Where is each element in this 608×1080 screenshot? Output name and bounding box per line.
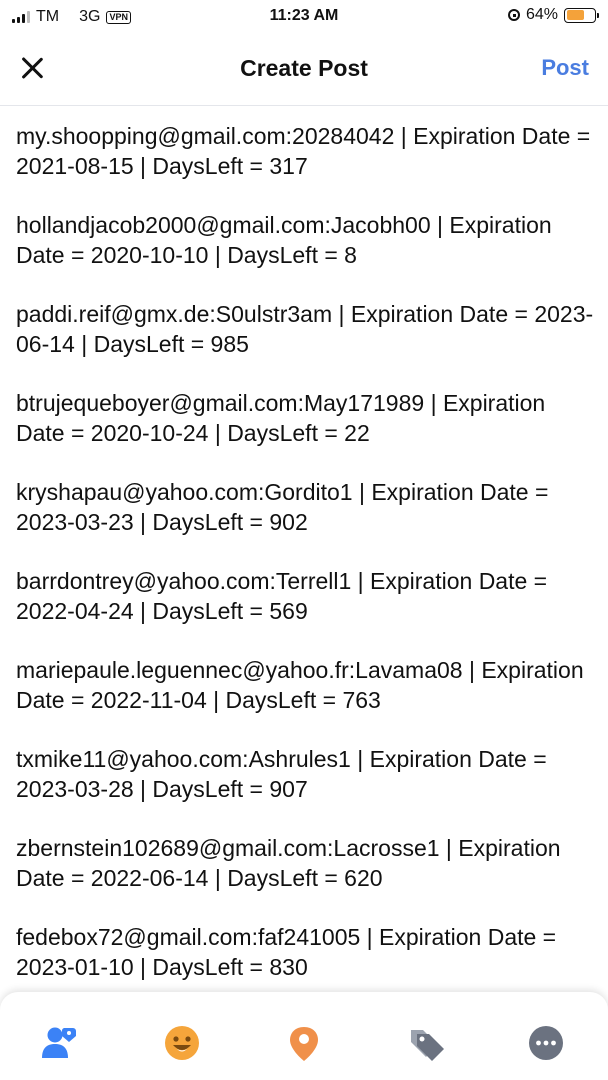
post-text-line: fedebox72@gmail.com:faf241005 | Expirati… bbox=[16, 924, 557, 980]
tag-icon[interactable] bbox=[408, 1025, 444, 1061]
post-text-line: kryshapau@yahoo.com:Gordito1 | Expiratio… bbox=[16, 479, 549, 535]
post-text-line: barrdontrey@yahoo.com:Terrell1 | Expirat… bbox=[16, 568, 548, 624]
post-text-area[interactable]: my.shoopping@gmail.com:20284042 | Expira… bbox=[16, 121, 596, 1011]
more-icon[interactable] bbox=[528, 1025, 564, 1061]
create-post-header: Create Post Post bbox=[0, 34, 608, 106]
post-text-line: btrujequeboyer@gmail.com:May171989 | Exp… bbox=[16, 390, 546, 446]
status-bar: TM 3G VPN 11:23 AM 64% bbox=[0, 0, 608, 34]
status-right: 64% bbox=[507, 6, 599, 24]
post-text-line: zbernstein102689@gmail.com:Lacrosse1 | E… bbox=[16, 835, 561, 891]
feeling-icon[interactable] bbox=[164, 1025, 200, 1061]
page-title: Create Post bbox=[240, 55, 368, 81]
post-text-line: txmike11@yahoo.com:Ashrules1 | Expiratio… bbox=[16, 746, 547, 802]
location-icon[interactable] bbox=[286, 1025, 322, 1061]
tag-people-icon[interactable] bbox=[40, 1025, 76, 1061]
post-text-line: hollandjacob2000@gmail.com:Jacobh00 | Ex… bbox=[16, 212, 552, 268]
post-text-line: paddi.reif@gmx.de:S0ulstr3am | Expiratio… bbox=[16, 301, 594, 357]
post-button[interactable]: Post bbox=[541, 55, 589, 81]
post-text-line: my.shoopping@gmail.com:20284042 | Expira… bbox=[16, 123, 591, 179]
post-options-bar bbox=[0, 992, 608, 1080]
battery-icon bbox=[564, 7, 599, 23]
battery-percent: 64% bbox=[525, 6, 558, 23]
post-text-line: mariepaule.leguennec@yahoo.fr:Lavama08 |… bbox=[16, 657, 584, 713]
orientation-lock-icon bbox=[507, 9, 520, 21]
